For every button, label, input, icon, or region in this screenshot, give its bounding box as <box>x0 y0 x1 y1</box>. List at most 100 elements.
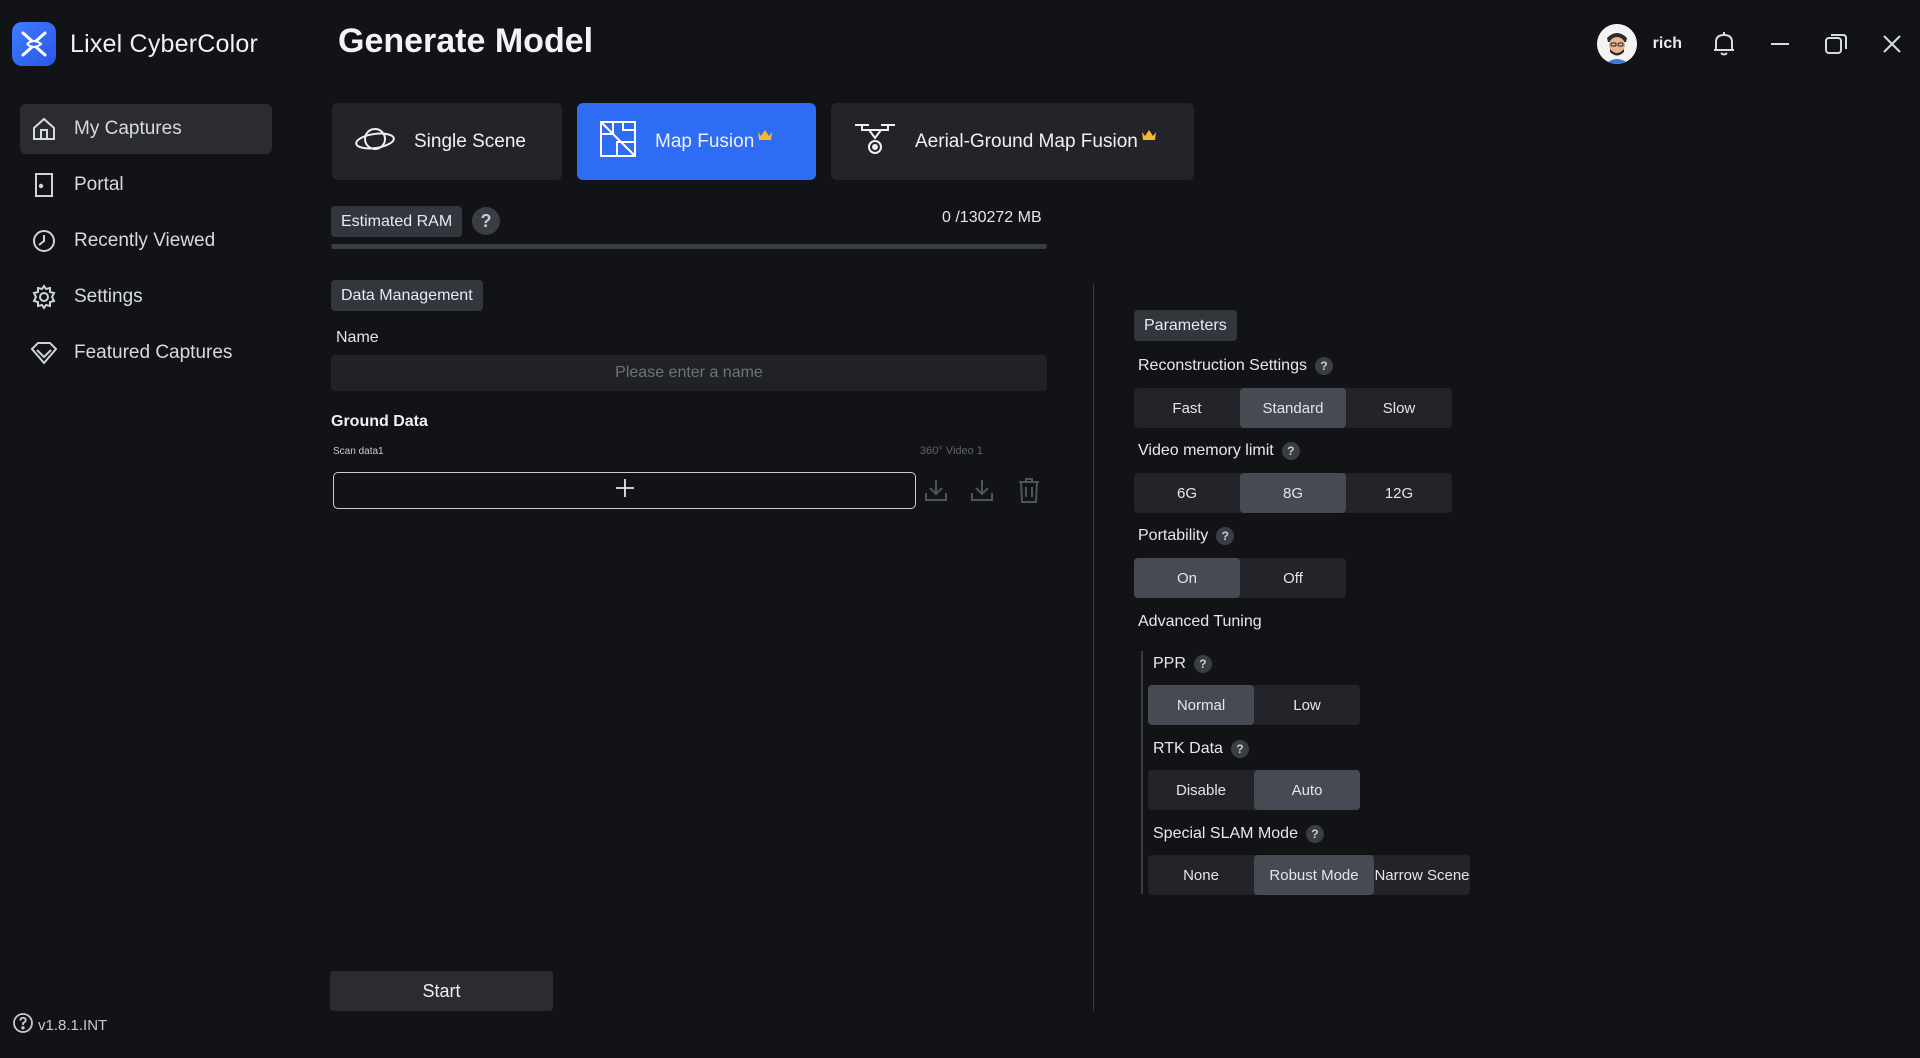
special-slam-mode-selector: None Robust Mode Narrow Scene <box>1148 855 1470 895</box>
panel-divider <box>1093 284 1094 1011</box>
ppr-label: PPR ? <box>1153 655 1212 673</box>
sidebar-nav: My Captures Portal Recently Viewed Setti… <box>20 104 272 384</box>
tab-label: Single Scene <box>414 130 526 152</box>
option-auto[interactable]: Auto <box>1254 770 1360 810</box>
version-info[interactable]: v1.8.1.INT <box>12 1012 107 1038</box>
diamond-icon <box>30 339 58 367</box>
data-management-label: Data Management <box>331 280 483 311</box>
app-window: Lixel CyberColor My Captures Portal Rece… <box>0 0 1920 1058</box>
scan-data-label: Scan data1 <box>333 446 384 457</box>
option-narrow-scene[interactable]: Narrow Scene <box>1374 855 1470 895</box>
option-on[interactable]: On <box>1134 558 1240 598</box>
sidebar-item-settings[interactable]: Settings <box>20 272 272 322</box>
minimize-icon[interactable] <box>1752 22 1808 66</box>
portability-label: Portability ? <box>1138 527 1235 545</box>
sidebar-item-label: Featured Captures <box>74 342 233 363</box>
rtk-data-selector: Disable Auto <box>1148 770 1360 810</box>
ground-data-title: Ground Data <box>331 413 428 430</box>
sidebar-item-featured-captures[interactable]: Featured Captures <box>20 328 272 378</box>
sidebar-item-label: Portal <box>74 174 124 195</box>
name-label: Name <box>336 329 379 346</box>
import-icon[interactable] <box>922 476 950 504</box>
door-icon <box>30 171 58 199</box>
help-icon[interactable]: ? <box>1314 357 1333 375</box>
option-12g[interactable]: 12G <box>1346 473 1452 513</box>
sidebar-item-portal[interactable]: Portal <box>20 160 272 210</box>
tab-label: Map Fusion <box>655 130 755 152</box>
parameters-label: Parameters <box>1134 310 1237 341</box>
mode-tabs: Single Scene Map Fusion Aerial-Ground Ma… <box>332 103 1209 180</box>
brand: Lixel CyberColor <box>12 22 258 66</box>
start-button[interactable]: Start <box>330 971 553 1011</box>
map-fusion-icon <box>599 120 637 163</box>
close-icon[interactable] <box>1864 22 1920 66</box>
option-off[interactable]: Off <box>1240 558 1346 598</box>
planet-icon <box>354 121 396 162</box>
home-icon <box>30 115 58 143</box>
option-standard[interactable]: Standard <box>1240 388 1346 428</box>
sidebar: Lixel CyberColor My Captures Portal Rece… <box>0 0 290 1058</box>
tab-map-fusion[interactable]: Map Fusion <box>577 103 816 180</box>
video-label: 360° Video 1 <box>920 445 983 457</box>
help-icon[interactable]: ? <box>1281 442 1300 460</box>
sidebar-item-my-captures[interactable]: My Captures <box>20 104 272 154</box>
option-fast[interactable]: Fast <box>1134 388 1240 428</box>
estimated-ram-label: Estimated RAM <box>331 206 463 237</box>
app-name: Lixel CyberColor <box>70 29 258 58</box>
option-none[interactable]: None <box>1148 855 1254 895</box>
help-icon[interactable]: ? <box>1230 740 1249 758</box>
ram-usage-bar <box>331 244 1047 249</box>
name-input[interactable] <box>331 355 1047 391</box>
plus-icon <box>614 477 636 504</box>
help-circle-icon <box>12 1012 34 1038</box>
help-icon[interactable]: ? <box>1193 655 1212 673</box>
trash-icon[interactable] <box>1015 476 1043 504</box>
advanced-tuning-indent-bar <box>1141 651 1143 894</box>
option-low[interactable]: Low <box>1254 685 1360 725</box>
help-icon[interactable]: ? <box>472 207 500 235</box>
tab-single-scene[interactable]: Single Scene <box>332 103 562 180</box>
ram-value: 0 /130272 MB <box>942 209 1042 226</box>
notification-bell-icon[interactable] <box>1696 22 1752 66</box>
param-label-text: Reconstruction Settings <box>1138 357 1307 374</box>
drone-icon <box>853 120 897 163</box>
param-label-text: Advanced Tuning <box>1138 613 1262 630</box>
reconstruction-settings-label: Reconstruction Settings ? <box>1138 357 1333 375</box>
reconstruction-settings-selector: Fast Standard Slow <box>1134 388 1452 428</box>
param-label-text: Special SLAM Mode <box>1153 825 1298 842</box>
help-icon[interactable]: ? <box>1216 527 1235 545</box>
param-label-text: PPR <box>1153 655 1186 672</box>
portability-selector: On Off <box>1134 558 1346 598</box>
sidebar-item-label: My Captures <box>74 118 182 139</box>
tab-aerial-ground-map-fusion[interactable]: Aerial-Ground Map Fusion <box>831 103 1194 180</box>
crown-icon <box>757 128 773 146</box>
option-8g[interactable]: 8G <box>1240 473 1346 513</box>
username[interactable]: rich <box>1653 35 1682 53</box>
page-title: Generate Model <box>338 22 594 60</box>
restore-window-icon[interactable] <box>1808 22 1864 66</box>
option-slow[interactable]: Slow <box>1346 388 1452 428</box>
header-actions: rich <box>1596 22 1920 66</box>
option-normal[interactable]: Normal <box>1148 685 1254 725</box>
param-label-text: Portability <box>1138 527 1209 544</box>
sidebar-item-recently-viewed[interactable]: Recently Viewed <box>20 216 272 266</box>
help-icon[interactable]: ? <box>1305 825 1324 843</box>
special-slam-mode-label: Special SLAM Mode ? <box>1153 825 1324 843</box>
crown-icon <box>1141 128 1157 146</box>
avatar[interactable] <box>1596 24 1637 64</box>
video-memory-limit-label: Video memory limit ? <box>1138 442 1300 460</box>
param-label-text: Video memory limit <box>1138 442 1274 459</box>
download-icon[interactable] <box>968 476 996 504</box>
clock-icon <box>30 227 58 255</box>
sidebar-item-label: Settings <box>74 286 143 307</box>
ppr-selector: Normal Low <box>1148 685 1360 725</box>
option-robust-mode[interactable]: Robust Mode <box>1254 855 1374 895</box>
option-6g[interactable]: 6G <box>1134 473 1240 513</box>
advanced-tuning-label[interactable]: Advanced Tuning <box>1138 613 1262 631</box>
sidebar-item-label: Recently Viewed <box>74 230 216 251</box>
add-data-button[interactable] <box>333 472 916 509</box>
option-disable[interactable]: Disable <box>1148 770 1254 810</box>
version-text: v1.8.1.INT <box>38 1016 108 1034</box>
gear-icon <box>30 283 58 311</box>
app-logo-icon <box>12 22 56 66</box>
